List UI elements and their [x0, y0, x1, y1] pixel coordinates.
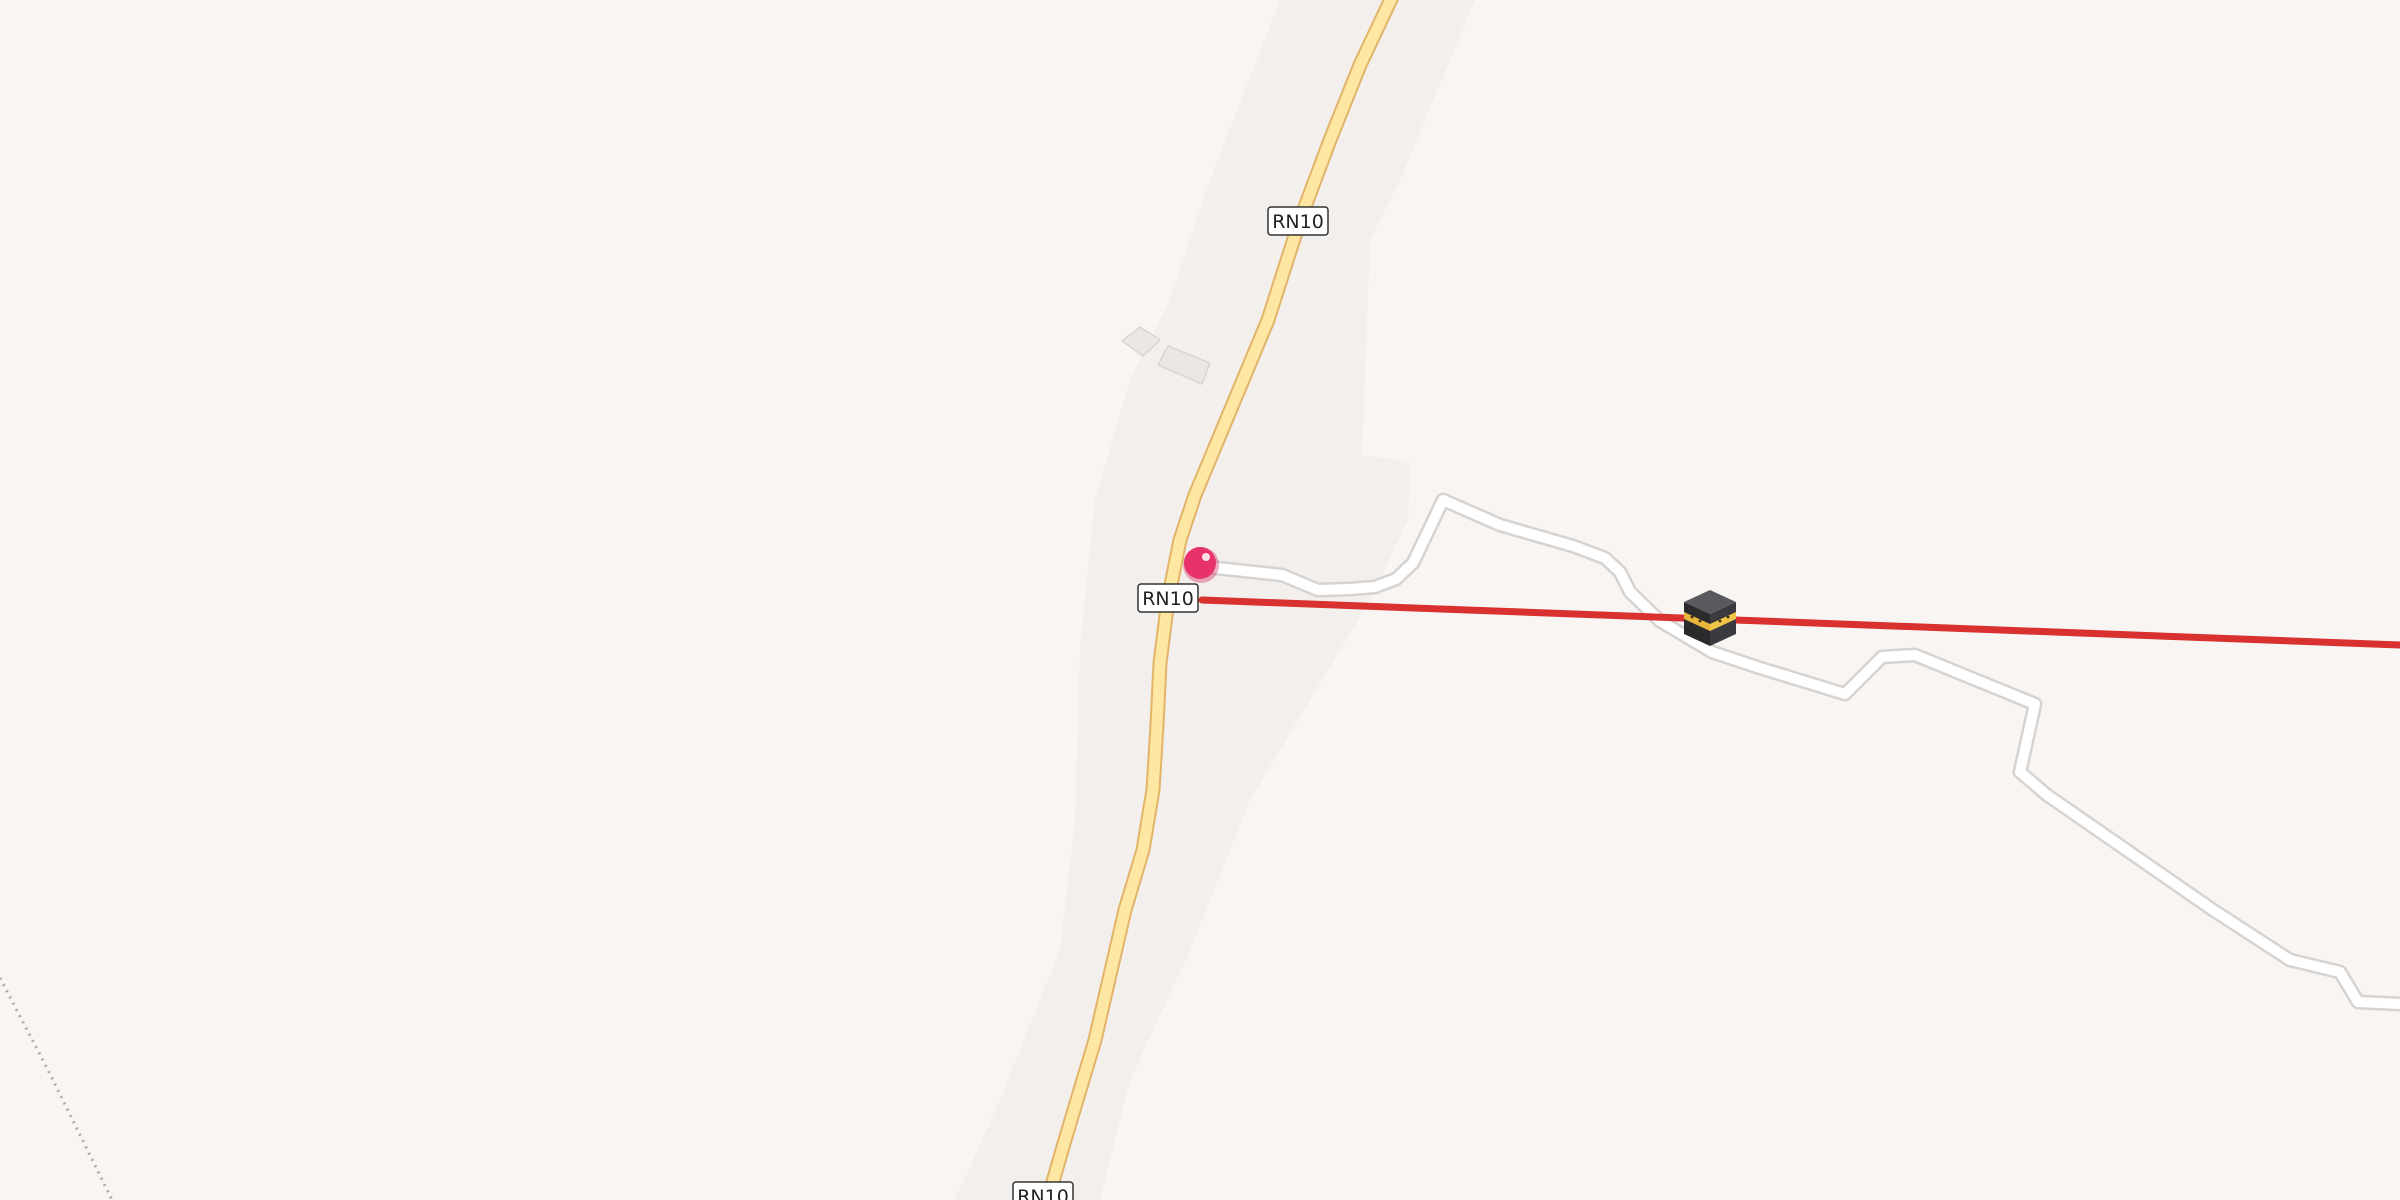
map-canvas[interactable]: RN10 RN10 RN10: [0, 0, 2400, 1200]
kaaba-icon[interactable]: [1684, 590, 1736, 646]
road-label: RN10: [1272, 211, 1324, 233]
road-shield: RN10: [1137, 583, 1199, 613]
road-shield: RN10: [1012, 1181, 1074, 1200]
road-shield: RN10: [1267, 206, 1329, 236]
road-label: RN10: [1142, 588, 1194, 610]
map-pin-icon[interactable]: [1183, 547, 1219, 583]
map-svg[interactable]: RN10 RN10 RN10: [0, 0, 2400, 1200]
road-label: RN10: [1017, 1186, 1069, 1200]
